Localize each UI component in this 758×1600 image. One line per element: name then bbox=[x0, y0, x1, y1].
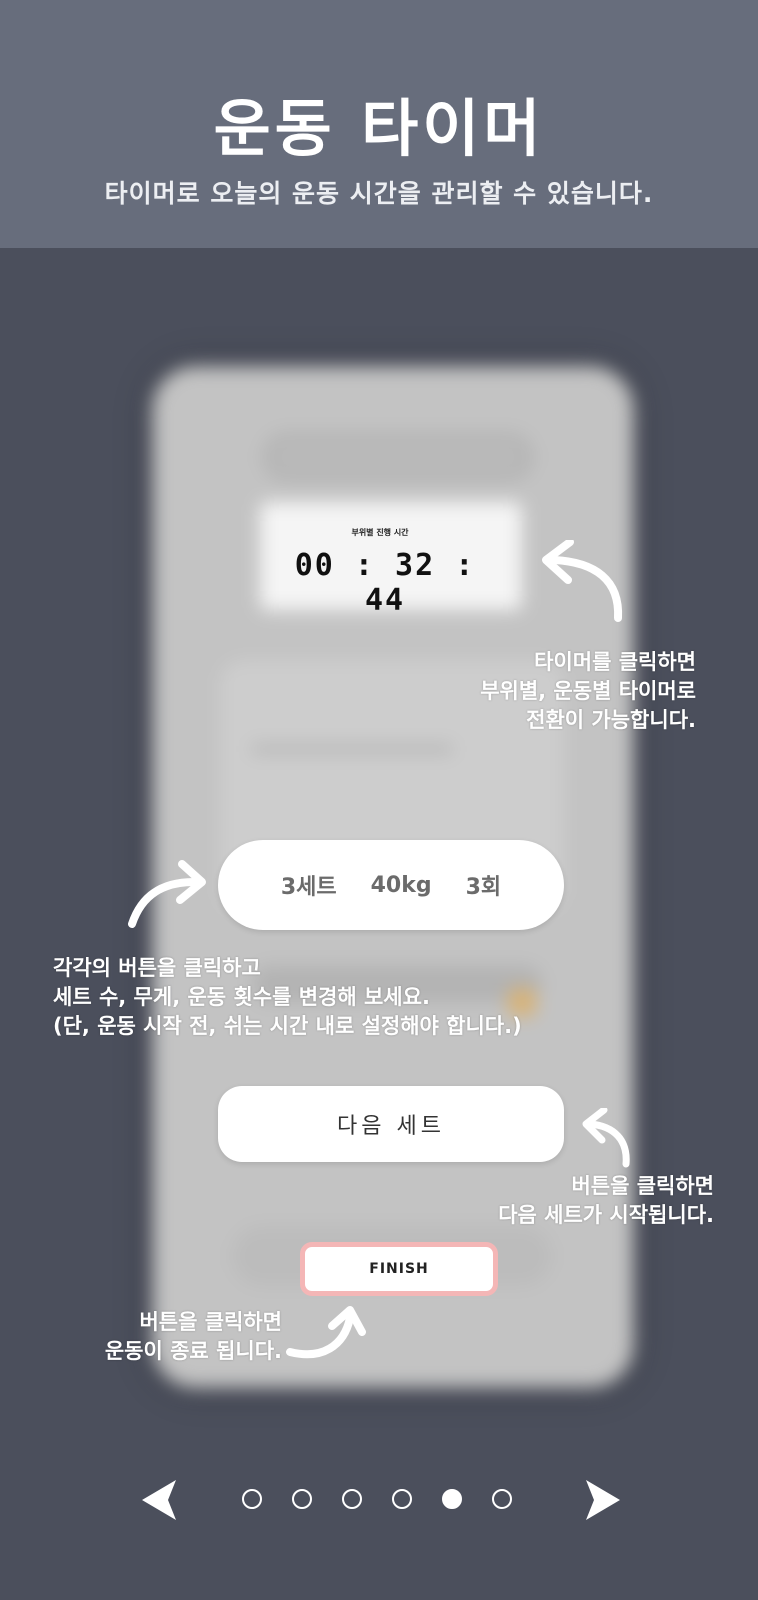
set-info-button[interactable]: 3세트 40kg 3회 bbox=[218, 840, 564, 930]
phone-divider bbox=[252, 746, 452, 752]
annotation-line: 각각의 버튼을 클릭하고 bbox=[53, 956, 261, 980]
pagination-dot[interactable] bbox=[492, 1489, 512, 1509]
annotation-timer: 타이머를 클릭하면 부위별, 운동별 타이머로 전환이 가능합니다. bbox=[480, 648, 696, 735]
phone-top-bar bbox=[264, 434, 532, 480]
annotation-line: 세트 수, 무게, 운동 횟수를 변경해 보세요. bbox=[53, 985, 430, 1009]
annotation-line: 타이머를 클릭하면 bbox=[534, 650, 696, 674]
chevron-left-icon[interactable] bbox=[138, 1476, 182, 1524]
curved-arrow-icon bbox=[128, 860, 206, 928]
timer-display[interactable]: 00 : 32 : 44 bbox=[290, 548, 480, 618]
annotation-line: 부위별, 운동별 타이머로 bbox=[480, 679, 696, 703]
pagination-dot[interactable] bbox=[392, 1489, 412, 1509]
chevron-right-icon[interactable] bbox=[580, 1476, 624, 1524]
finish-button[interactable]: FINISH bbox=[300, 1242, 498, 1296]
sets-button[interactable]: 3세트 bbox=[281, 869, 337, 901]
timer-caption: 부위별 진행 시간 bbox=[351, 528, 409, 537]
annotation-set: 각각의 버튼을 클릭하고 세트 수, 무게, 운동 횟수를 변경해 보세요. (… bbox=[53, 954, 522, 1041]
pagination-dot[interactable] bbox=[242, 1489, 262, 1509]
annotation-line: 다음 세트가 시작됩니다. bbox=[498, 1203, 714, 1227]
annotation-line: 버튼을 클릭하면 bbox=[139, 1310, 282, 1334]
next-set-button[interactable]: 다음 세트 bbox=[218, 1086, 564, 1162]
annotation-line: 버튼을 클릭하면 bbox=[571, 1174, 714, 1198]
pagination-dot[interactable] bbox=[342, 1489, 362, 1509]
curved-arrow-icon bbox=[582, 1108, 630, 1168]
weight-button[interactable]: 40kg bbox=[371, 873, 432, 898]
annotation-next-set: 버튼을 클릭하면 다음 세트가 시작됩니다. bbox=[498, 1172, 714, 1230]
reps-button[interactable]: 3회 bbox=[466, 869, 502, 901]
pagination-dots bbox=[242, 1489, 512, 1509]
curved-arrow-icon bbox=[286, 1306, 366, 1359]
page-title: 운동 타이머 bbox=[213, 92, 545, 165]
annotation-line: 운동이 종료 됩니다. bbox=[104, 1339, 282, 1363]
pagination-dot[interactable] bbox=[442, 1489, 462, 1509]
annotation-finish: 버튼을 클릭하면 운동이 종료 됩니다. bbox=[105, 1308, 282, 1366]
header: 운동 타이머 타이머로 오늘의 운동 시간을 관리할 수 있습니다. bbox=[0, 0, 758, 248]
annotation-line: 전환이 가능합니다. bbox=[526, 708, 696, 732]
pagination-dot[interactable] bbox=[292, 1489, 312, 1509]
annotation-line: (단, 운동 시작 전, 쉬는 시간 내로 설정해야 합니다.) bbox=[53, 1014, 522, 1038]
curved-arrow-icon bbox=[542, 540, 623, 622]
page-subtitle: 타이머로 오늘의 운동 시간을 관리할 수 있습니다. bbox=[104, 179, 654, 208]
